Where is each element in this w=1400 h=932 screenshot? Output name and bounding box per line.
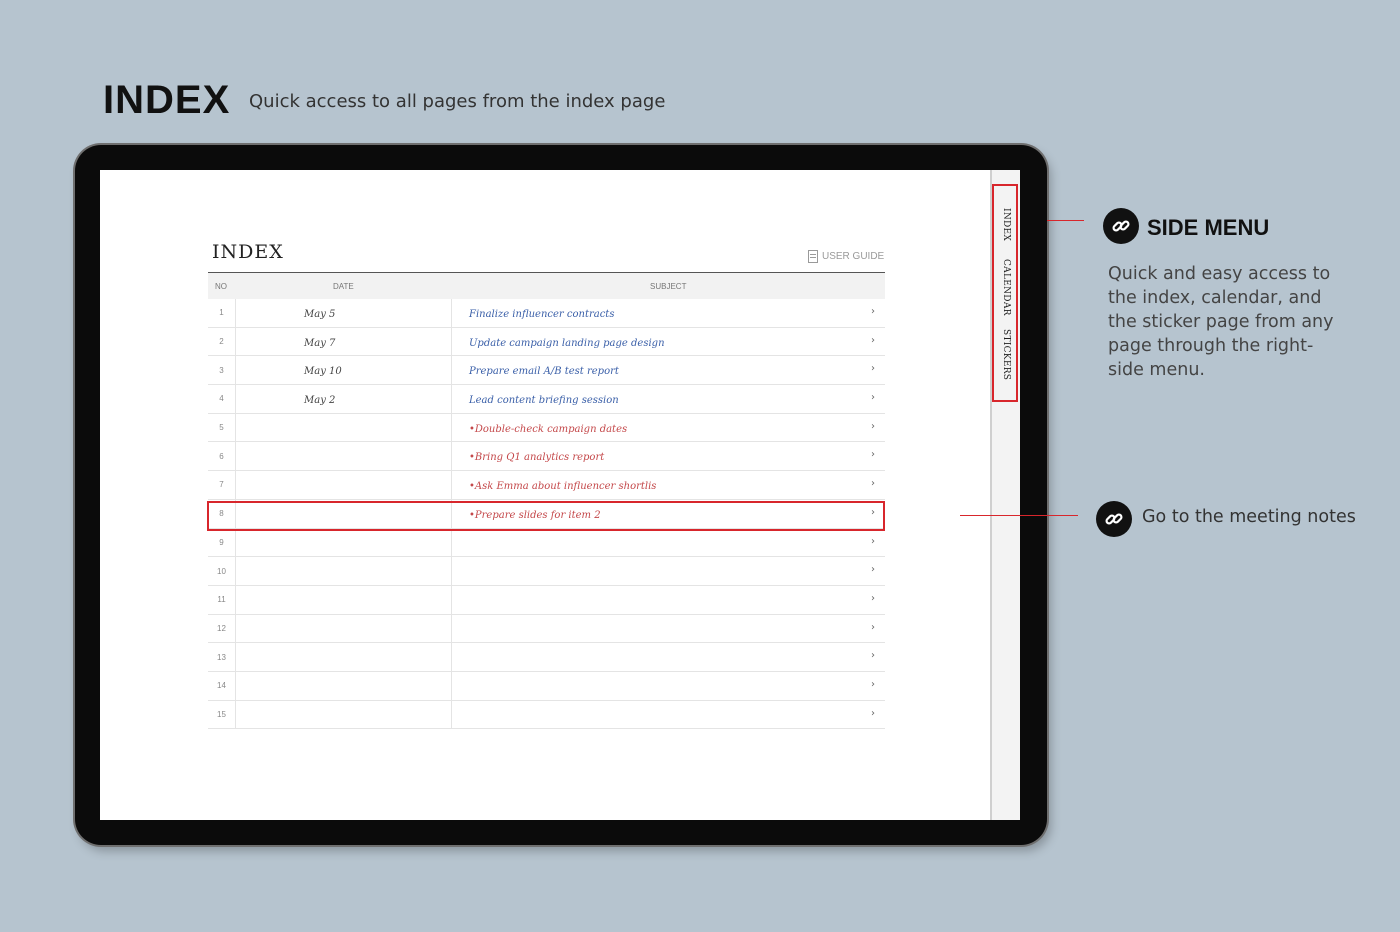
chevron-right-icon[interactable]: ›	[871, 392, 875, 403]
table-row[interactable]: 1 May 5 Finalize influencer contracts ›	[208, 299, 885, 328]
row-date: May 7	[304, 337, 336, 349]
meeting-notes-label: Go to the meeting notes	[1142, 507, 1356, 527]
row-date-cell	[236, 643, 452, 671]
row-number: 12	[208, 614, 236, 643]
column-header-no: NO	[215, 282, 227, 291]
row-date-cell	[236, 442, 452, 471]
side-menu-description: Quick and easy access to the index, cale…	[1108, 264, 1334, 380]
table-row[interactable]: 13 ›	[208, 643, 885, 672]
chevron-right-icon[interactable]: ›	[871, 679, 875, 690]
row-date-cell	[236, 557, 452, 585]
link-icon	[1103, 208, 1139, 244]
row-number: 13	[208, 643, 236, 671]
chevron-right-icon[interactable]: ›	[871, 536, 875, 547]
table-row[interactable]: 14 ›	[208, 671, 885, 701]
link-icon	[1096, 501, 1132, 537]
row-date-cell	[236, 671, 452, 700]
chevron-right-icon[interactable]: ›	[871, 622, 875, 633]
row-date-cell	[236, 471, 452, 499]
table-row[interactable]: 5 •Double-check campaign dates ›	[208, 413, 885, 443]
table-header: NO DATE SUBJECT	[208, 272, 885, 299]
row-date-cell	[236, 585, 452, 614]
chevron-right-icon[interactable]: ›	[871, 708, 875, 719]
row-number: 7	[208, 471, 236, 499]
table-row[interactable]: 9 ›	[208, 528, 885, 558]
table-row[interactable]: 6 •Bring Q1 analytics report ›	[208, 442, 885, 472]
column-header-subject: SUBJECT	[650, 282, 687, 291]
chevron-right-icon[interactable]: ›	[871, 421, 875, 432]
chevron-right-icon[interactable]: ›	[871, 593, 875, 604]
table-row[interactable]: 11 ›	[208, 585, 885, 615]
table-row[interactable]: 3 May 10 Prepare email A/B test report ›	[208, 356, 885, 386]
table-row[interactable]: 12 ›	[208, 614, 885, 644]
user-guide-label: USER GUIDE	[822, 251, 885, 262]
header-subtitle: Quick access to all pages from the index…	[249, 91, 666, 112]
side-menu-connector	[1047, 220, 1084, 221]
row-number: 4	[208, 385, 236, 413]
row-date-cell	[236, 413, 452, 442]
chevron-right-icon[interactable]: ›	[871, 306, 875, 317]
row-date-cell	[236, 614, 452, 643]
user-guide-link[interactable]: USER GUIDE	[808, 250, 884, 263]
row-subject: •Double-check campaign dates	[469, 423, 628, 435]
row-date: May 10	[304, 366, 342, 378]
chevron-right-icon[interactable]: ›	[871, 335, 875, 346]
chevron-right-icon[interactable]: ›	[871, 478, 875, 489]
meeting-notes-connector	[960, 515, 1078, 516]
row-number: 14	[208, 671, 236, 700]
row-date: May 2	[304, 395, 336, 407]
row-number: 11	[208, 585, 236, 614]
row-date-cell: May 10	[236, 356, 452, 385]
chevron-right-icon[interactable]: ›	[871, 363, 875, 374]
side-menu-highlight	[992, 184, 1018, 402]
row-subject: Update campaign landing page design	[469, 337, 665, 349]
row-highlight	[207, 501, 885, 531]
row-number: 15	[208, 700, 236, 729]
row-number: 10	[208, 557, 236, 585]
row-subject: Finalize influencer contracts	[469, 309, 615, 320]
row-subject: Lead content briefing session	[469, 395, 619, 407]
row-date-cell: May 7	[236, 327, 452, 356]
row-date-cell	[236, 528, 452, 557]
chevron-right-icon[interactable]: ›	[871, 564, 875, 575]
table-row[interactable]: 7 •Ask Emma about influencer shortlis ›	[208, 471, 885, 500]
side-menu-title: SIDE MENU	[1147, 215, 1270, 240]
row-number: 1	[208, 299, 236, 327]
row-subject: •Bring Q1 analytics report	[469, 452, 605, 464]
chevron-right-icon[interactable]: ›	[871, 449, 875, 460]
page-title: INDEX	[212, 241, 284, 263]
row-number: 5	[208, 413, 236, 442]
header-title: INDEX	[103, 78, 231, 122]
chevron-right-icon[interactable]: ›	[871, 650, 875, 661]
row-number: 9	[208, 528, 236, 557]
document-icon	[808, 250, 818, 263]
row-date-cell	[236, 700, 452, 729]
row-date-cell: May 2	[236, 385, 452, 413]
column-header-date: DATE	[333, 282, 354, 291]
row-date: May 5	[304, 309, 336, 320]
row-subject: •Ask Emma about influencer shortlis	[469, 481, 657, 493]
row-date-cell: May 5	[236, 299, 452, 327]
table-row[interactable]: 4 May 2 Lead content briefing session ›	[208, 385, 885, 414]
row-subject: Prepare email A/B test report	[469, 366, 619, 378]
table-row[interactable]: 2 May 7 Update campaign landing page desig…	[208, 327, 885, 357]
planner-screen: INDEX USER GUIDE NO DATE SUBJECT 1 May 5 F…	[100, 170, 1020, 820]
table-row[interactable]: 10 ›	[208, 557, 885, 586]
table-row[interactable]: 15 ›	[208, 700, 885, 730]
tablet-frame: INDEX USER GUIDE NO DATE SUBJECT 1 May 5 F…	[75, 145, 1047, 845]
row-number: 6	[208, 442, 236, 471]
row-number: 2	[208, 327, 236, 356]
row-number: 3	[208, 356, 236, 385]
